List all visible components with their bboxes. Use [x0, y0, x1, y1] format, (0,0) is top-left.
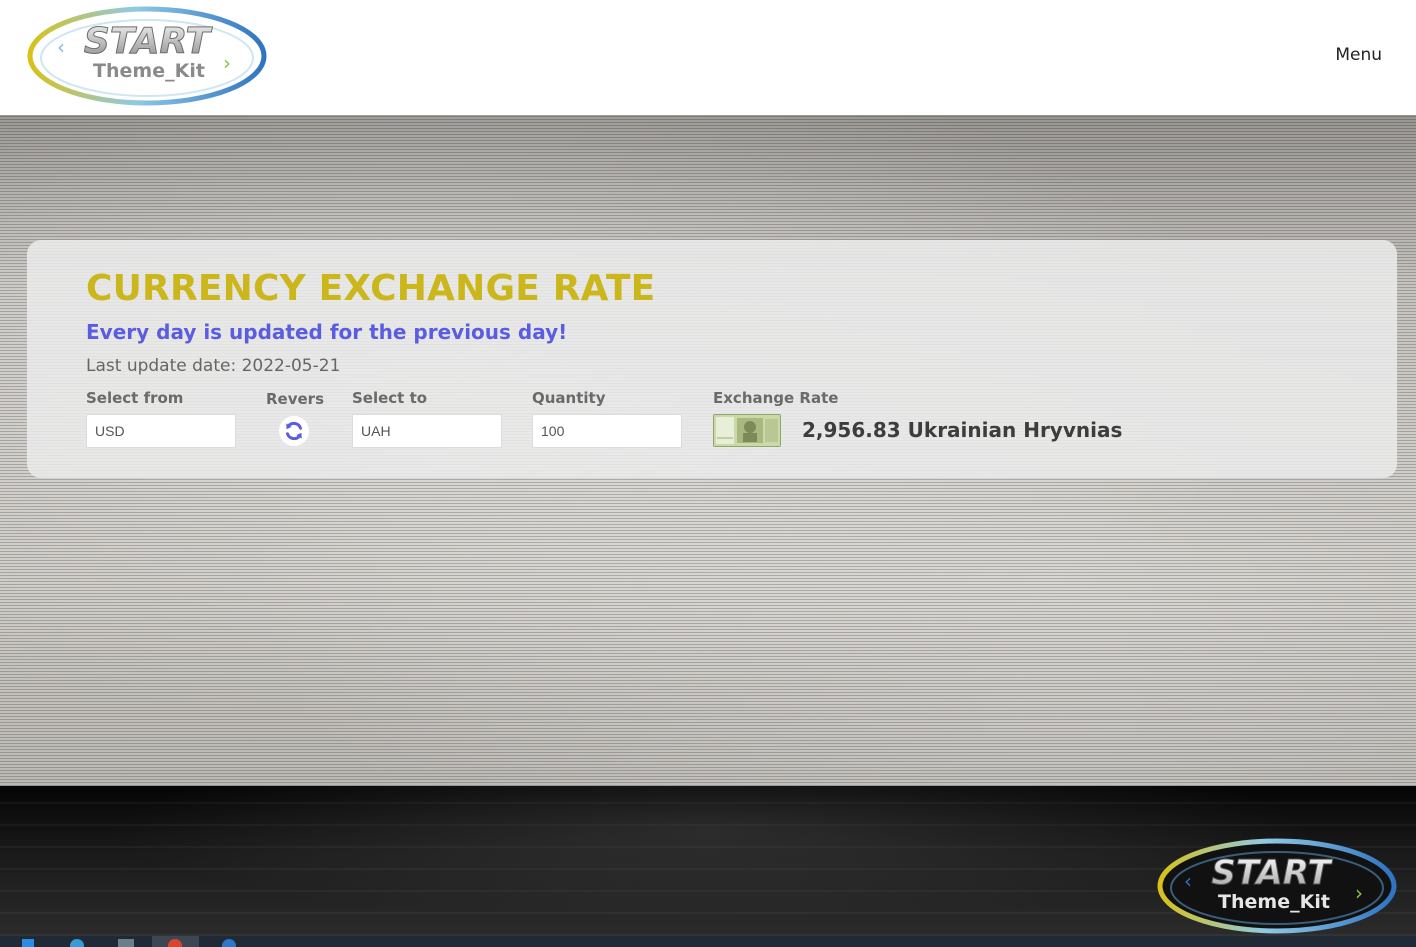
update-notice: Every day is updated for the previous da…: [86, 320, 568, 344]
select-from-label: Select from: [86, 389, 184, 407]
site-header: ‹ › START Theme_Kit Menu: [0, 0, 1416, 115]
banknote-icon: [713, 414, 781, 447]
footer-logo[interactable]: ‹ › START Theme_Kit: [1156, 836, 1398, 936]
svg-text:‹: ‹: [57, 35, 65, 59]
refresh-icon: [286, 421, 302, 441]
quantity-input[interactable]: [532, 414, 682, 448]
select-from-input[interactable]: [86, 414, 236, 448]
last-update-row: Last update date: 2022-05-21: [86, 356, 340, 376]
os-taskbar: [0, 936, 1416, 947]
quantity-label: Quantity: [532, 389, 606, 407]
taskbar-explorer-icon[interactable]: [118, 939, 134, 947]
currency-converter-card: CURRENCY EXCHANGE RATE Every day is upda…: [27, 240, 1397, 478]
logo-graphic: ‹ › START Theme_Kit: [27, 6, 267, 106]
revers-button[interactable]: [279, 416, 309, 446]
taskbar-windows-icon[interactable]: [22, 939, 34, 947]
page-title: CURRENCY EXCHANGE RATE: [86, 268, 656, 309]
last-update-label: Last update date:: [86, 356, 237, 376]
menu-button[interactable]: Menu: [1335, 45, 1382, 65]
footer-logo-word-themekit: Theme_Kit: [1218, 891, 1330, 913]
site-footer: ‹ › START Theme_Kit: [0, 786, 1416, 936]
last-update-date: 2022-05-21: [241, 356, 341, 376]
site-logo[interactable]: ‹ › START Theme_Kit: [26, 4, 268, 110]
logo-word-start: START: [84, 21, 213, 62]
taskbar-app-icon[interactable]: [222, 939, 236, 947]
exchange-result: 2,956.83 Ukrainian Hryvnias: [802, 418, 1123, 442]
svg-text:›: ›: [1355, 881, 1363, 905]
logo-word-themekit: Theme_Kit: [93, 60, 205, 82]
select-to-input[interactable]: [352, 414, 502, 448]
svg-text:›: ›: [223, 51, 231, 75]
taskbar-chrome-icon[interactable]: [168, 939, 182, 947]
svg-text:‹: ‹: [1184, 869, 1192, 893]
footer-logo-graphic: ‹ › START Theme_Kit: [1157, 838, 1397, 934]
exchange-rate-label: Exchange Rate: [713, 389, 839, 407]
select-to-label: Select to: [352, 389, 428, 407]
hero-section: CURRENCY EXCHANGE RATE Every day is upda…: [0, 115, 1416, 786]
revers-label: Revers: [266, 390, 325, 408]
taskbar-edge-icon[interactable]: [70, 939, 84, 947]
footer-logo-word-start: START: [1211, 853, 1333, 893]
